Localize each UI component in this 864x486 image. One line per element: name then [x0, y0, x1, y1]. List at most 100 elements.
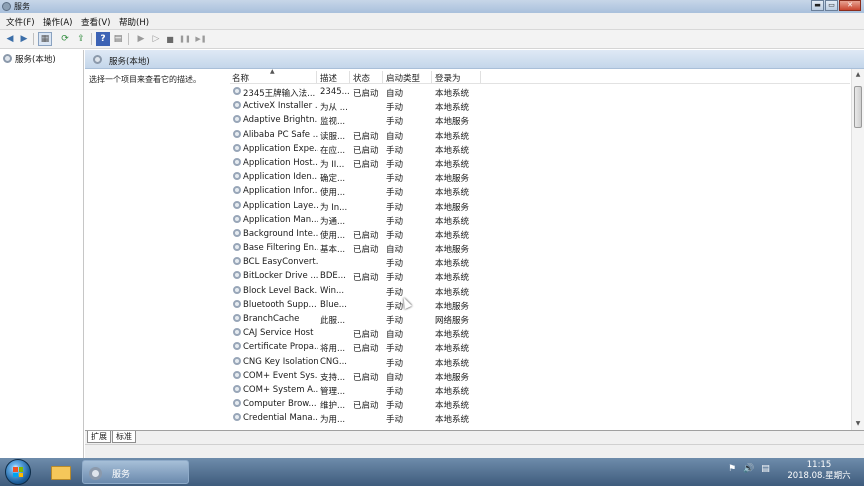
service-row[interactable]: Application Infor... 使用... 手动 本地系统 — [230, 185, 850, 199]
service-row[interactable]: CNG Key Isolation CNG... 手动 本地系统 — [230, 356, 850, 370]
service-description: 管理... — [320, 386, 346, 397]
service-row[interactable]: COM+ Event Sys... 支持... 已启动 自动 本地服务 — [230, 370, 850, 384]
column-name[interactable]: 名称 — [232, 72, 249, 84]
service-row[interactable]: Computer Brow... 维护... 已启动 手动 本地系统 — [230, 398, 850, 412]
service-row[interactable]: ActiveX Installer ... 为从 ... 手动 本地系统 — [230, 100, 850, 114]
pause-service-icon[interactable]: ❚❚ — [178, 32, 192, 46]
service-gear-icon — [233, 200, 241, 209]
service-row[interactable]: Application Host... 为 II... 已启动 手动 本地系统 — [230, 157, 850, 171]
restart-service-icon[interactable]: ▶❚ — [194, 32, 208, 46]
back-icon[interactable]: ◀ — [3, 32, 17, 46]
service-row[interactable]: Certificate Propa... 将用... 已启动 手动 本地系统 — [230, 341, 850, 355]
show-hide-tree-icon[interactable]: ▦ — [38, 32, 52, 46]
service-row[interactable]: Block Level Back... Win... 手动 本地系统 — [230, 285, 850, 299]
start-button[interactable] — [5, 459, 31, 485]
service-row[interactable]: Application Laye... 为 In... 手动 本地服务 — [230, 200, 850, 214]
service-description: 为从 ... — [320, 103, 348, 114]
service-row[interactable]: CAJ Service Host 已启动 自动 本地系统 — [230, 327, 850, 341]
start-service-icon[interactable]: ▶ — [134, 32, 148, 46]
service-startup-type: 手动 — [386, 401, 404, 412]
close-button[interactable]: ✕ — [839, 0, 861, 11]
minimize-button[interactable]: ▬ — [811, 0, 824, 11]
maximize-button[interactable]: ▭ — [825, 0, 838, 11]
service-log-on-as: 本地系统 — [435, 216, 470, 227]
start-service-alt-icon[interactable]: ▷ — [149, 32, 163, 46]
service-row[interactable]: BranchCache 此服... 手动 网络服务 — [230, 313, 850, 327]
gear-icon — [3, 54, 12, 63]
properties-icon[interactable]: ▤ — [111, 32, 125, 46]
view-tabs: 扩展 标准 — [85, 430, 864, 444]
services-taskbar-button[interactable]: 服务 — [82, 460, 189, 484]
column-startup-type[interactable]: 启动类型 — [386, 72, 420, 84]
forward-icon[interactable]: ▶ — [17, 32, 31, 46]
service-row[interactable]: BitLocker Drive ... BDE... 已启动 手动 本地系统 — [230, 270, 850, 284]
service-status: 已启动 — [353, 372, 379, 383]
service-log-on-as: 本地系统 — [435, 358, 470, 369]
network-icon[interactable]: ▤ — [761, 464, 770, 480]
service-description: 为通... — [320, 216, 346, 227]
service-gear-icon — [233, 214, 241, 223]
menu-help[interactable]: 帮助(H) — [119, 16, 149, 28]
service-description: 在应... — [320, 145, 346, 156]
service-name: CAJ Service Host — [243, 328, 314, 339]
menu-view[interactable]: 查看(V) — [81, 16, 110, 28]
scroll-up-icon[interactable]: ▲ — [852, 69, 864, 81]
service-startup-type: 自动 — [386, 89, 404, 99]
service-description: 为 II... — [320, 159, 345, 170]
service-description: BDE... — [320, 271, 346, 282]
action-center-flag-icon[interactable]: ⚑ — [728, 464, 736, 480]
service-row[interactable]: Background Inte... 使用... 已启动 手动 本地系统 — [230, 228, 850, 242]
service-row[interactable]: Alibaba PC Safe ... 读服... 已启动 自动 本地系统 — [230, 129, 850, 143]
service-row[interactable]: Adaptive Brightn... 监视... 手动 本地服务 — [230, 114, 850, 128]
main-title: 服务(本地) — [109, 57, 150, 67]
clock[interactable]: 11:15 2018.08.星期六 — [784, 460, 854, 482]
tab-extended[interactable]: 扩展 — [87, 431, 111, 443]
nav-services-local[interactable]: 服务(本地) — [3, 52, 56, 65]
help-icon[interactable]: ? — [96, 32, 110, 46]
service-row[interactable]: Application Man... 为通... 手动 本地系统 — [230, 214, 850, 228]
menu-file[interactable]: 文件(F) — [6, 16, 35, 28]
explorer-taskbar-button[interactable] — [45, 460, 77, 484]
vertical-scrollbar[interactable]: ▲ ▼ — [851, 69, 864, 430]
service-row[interactable]: Base Filtering En... 基本... 已启动 自动 本地服务 — [230, 242, 850, 256]
services-window: 服务 ▬ ▭ ✕ 文件(F) 操作(A) 查看(V) 帮助(H) ◀ ▶ ▦ ⟳… — [0, 0, 864, 458]
service-startup-type: 手动 — [386, 259, 404, 270]
service-gear-icon — [233, 399, 241, 408]
service-name: Application Laye... — [243, 200, 318, 211]
service-row[interactable]: Application Iden... 确定... 手动 本地服务 — [230, 171, 850, 185]
scroll-down-icon[interactable]: ▼ — [852, 418, 864, 430]
service-gear-icon — [233, 115, 241, 124]
menu-action[interactable]: 操作(A) — [43, 16, 72, 28]
service-startup-type: 手动 — [386, 145, 404, 156]
refresh-icon[interactable]: ⟳ — [58, 32, 72, 46]
service-gear-icon — [233, 370, 241, 379]
service-row[interactable]: Application Expe... 在应... 已启动 手动 本地系统 — [230, 143, 850, 157]
volume-icon[interactable]: 🔊 — [743, 464, 754, 480]
service-row[interactable]: Credential Mana... 为用... 手动 本地系统 — [230, 412, 850, 426]
window-controls: ▬ ▭ ✕ — [810, 0, 861, 12]
scroll-thumb[interactable] — [854, 86, 862, 128]
service-startup-type: 自动 — [386, 131, 404, 142]
service-startup-type: 手动 — [386, 273, 404, 284]
stop-service-icon[interactable]: ■ — [163, 32, 177, 46]
service-row[interactable]: BCL EasyConvert... 手动 本地系统 — [230, 256, 850, 270]
service-log-on-as: 本地系统 — [435, 401, 470, 412]
service-name: Background Inte... — [243, 228, 318, 239]
service-startup-type: 手动 — [386, 344, 404, 355]
service-startup-type: 手动 — [386, 230, 404, 241]
tab-standard[interactable]: 标准 — [112, 431, 136, 443]
service-row[interactable]: COM+ System A... 管理... 手动 本地系统 — [230, 384, 850, 398]
service-description: 确定... — [320, 174, 346, 185]
service-gear-icon — [233, 299, 241, 308]
export-list-icon[interactable]: ⇪ — [74, 32, 88, 46]
column-log-on-as[interactable]: 登录为 — [435, 72, 461, 84]
service-row[interactable]: 2345王牌输入法... 2345... 已启动 自动 本地系统 — [230, 86, 850, 100]
service-startup-type: 手动 — [386, 316, 404, 326]
service-log-on-as: 本地服务 — [435, 202, 470, 213]
service-row[interactable]: Bluetooth Supp... Blue... 手动 本地服务 — [230, 299, 850, 313]
service-description: 基本... — [320, 245, 346, 256]
service-name: 2345王牌输入法... — [243, 89, 316, 99]
title-bar[interactable]: 服务 ▬ ▭ ✕ — [0, 0, 864, 13]
column-description[interactable]: 描述 — [320, 72, 337, 84]
column-status[interactable]: 状态 — [353, 72, 370, 84]
